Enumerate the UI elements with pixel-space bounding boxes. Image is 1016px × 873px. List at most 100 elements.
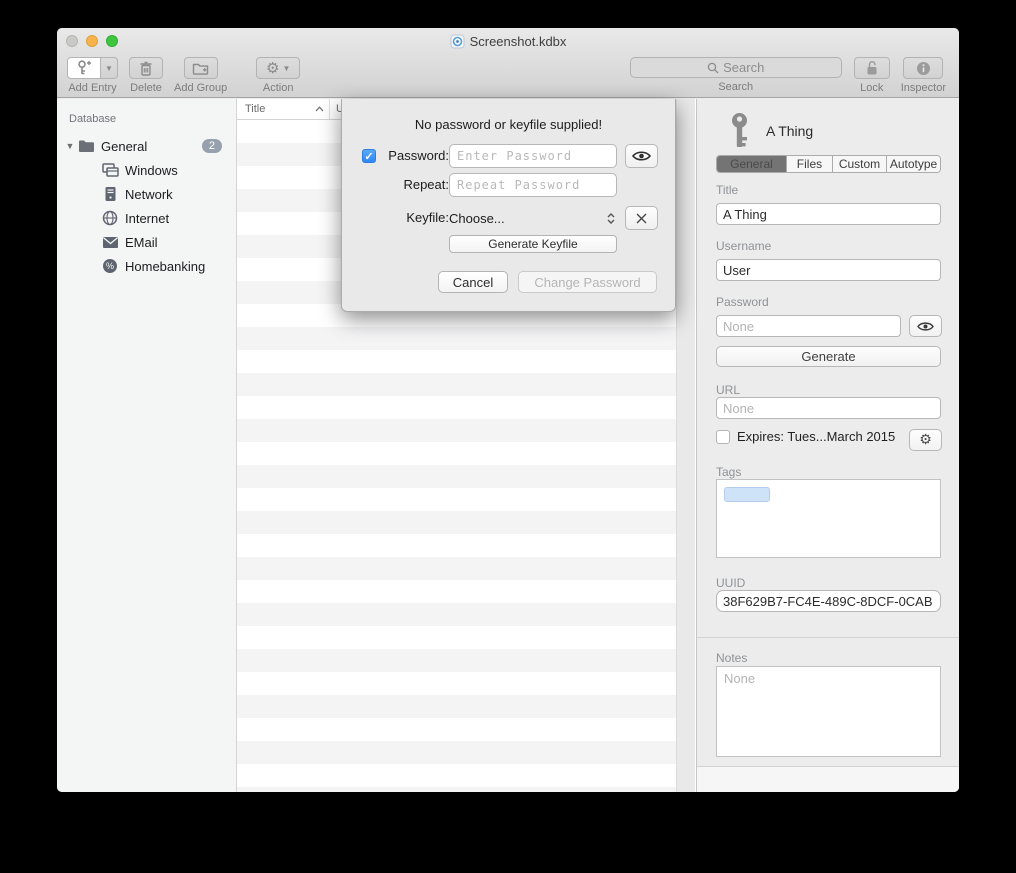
email-icon [101, 233, 119, 251]
dialog-repeat-input[interactable] [449, 173, 617, 197]
title-field[interactable] [716, 203, 941, 225]
sidebar-group-label: General [101, 139, 147, 154]
dialog-password-input[interactable] [449, 144, 617, 168]
homebanking-icon: % [101, 257, 119, 275]
trash-icon [139, 61, 153, 76]
sidebar-item-label: Network [125, 187, 173, 202]
action-group: ⚙ ▼ Action [256, 57, 300, 94]
info-icon [916, 61, 931, 76]
sort-ascending-icon [315, 106, 324, 112]
dialog-show-password-button[interactable] [625, 144, 658, 168]
stepper-icon [607, 213, 617, 224]
eye-icon [632, 150, 651, 162]
lock-group: Lock [854, 57, 890, 94]
add-group-group: Add Group [174, 57, 227, 94]
close-x-icon [636, 213, 647, 224]
add-group-button[interactable] [184, 57, 218, 79]
lock-button[interactable] [854, 57, 890, 79]
clear-keyfile-button[interactable] [625, 206, 658, 230]
eye-icon [917, 321, 934, 332]
folder-plus-icon [192, 61, 209, 75]
disclosure-triangle-icon[interactable]: ▼ [57, 141, 77, 151]
expires-label: Expires: Tues...March 2015 [737, 429, 895, 444]
generate-password-button[interactable]: Generate [716, 346, 941, 367]
tab-general[interactable]: General [717, 156, 787, 172]
search-placeholder: Search [723, 60, 764, 75]
show-password-button[interactable] [909, 315, 942, 337]
sidebar: Database ▼ General 2 [57, 99, 237, 792]
search-icon [707, 62, 719, 74]
sidebar-item-windows[interactable]: Windows [57, 158, 236, 182]
toolbar: ▼ Add Entry Delete [57, 54, 959, 98]
key-plus-icon [76, 60, 92, 76]
gear-icon: ⚙ [919, 433, 932, 447]
change-password-button[interactable]: Change Password [518, 271, 657, 293]
notes-placeholder: None [717, 667, 940, 690]
inspector-panel: A Thing General Files Custom Autotype Ti… [696, 99, 959, 792]
entry-count-badge: 2 [202, 139, 222, 153]
tags-box[interactable] [716, 479, 941, 558]
svg-text:%: % [106, 261, 114, 271]
generate-keyfile-button[interactable]: Generate Keyfile [449, 235, 617, 253]
add-group-label: Add Group [174, 82, 227, 94]
action-label: Action [263, 82, 294, 94]
inspector-group: Inspector [901, 57, 946, 94]
keyfile-popup-button[interactable]: Choose... [449, 206, 617, 230]
window-chrome: Screenshot.kdbx [57, 28, 959, 98]
search-input[interactable]: Search [630, 57, 842, 78]
uuid-label: UUID [716, 576, 745, 590]
open-padlock-icon [865, 60, 879, 76]
gear-icon: ⚙ [266, 61, 279, 76]
sidebar-item-homebanking[interactable]: % Homebanking [57, 254, 236, 278]
inspector-label: Inspector [901, 82, 946, 94]
notes-box[interactable]: None [716, 666, 941, 757]
password-dialog: No password or keyfile supplied! ✓ Passw… [341, 99, 676, 312]
sidebar-item-label: Internet [125, 211, 169, 226]
titlebar[interactable]: Screenshot.kdbx [57, 28, 959, 54]
inspector-button[interactable] [903, 57, 943, 79]
sidebar-item-label: Homebanking [125, 259, 205, 274]
folder-icon [77, 137, 95, 155]
network-icon [101, 185, 119, 203]
chevron-down-icon: ▼ [105, 64, 113, 73]
tab-autotype[interactable]: Autotype [887, 156, 940, 172]
expires-settings-button[interactable]: ⚙ [909, 429, 942, 451]
expires-checkbox[interactable] [716, 430, 730, 444]
password-label: Password [716, 295, 769, 309]
username-field[interactable] [716, 259, 941, 281]
sidebar-group-general[interactable]: ▼ General 2 [57, 134, 236, 158]
notes-label: Notes [716, 651, 747, 665]
tags-label: Tags [716, 465, 741, 479]
action-button[interactable]: ⚙ ▼ [256, 57, 300, 79]
url-label: URL [716, 383, 740, 397]
sidebar-item-email[interactable]: EMail [57, 230, 236, 254]
tab-custom[interactable]: Custom [833, 156, 887, 172]
column-header-title[interactable]: Title [237, 99, 330, 119]
windows-icon [101, 161, 119, 179]
sidebar-item-label: EMail [125, 235, 158, 250]
search-group: Search Search [630, 57, 842, 93]
inspector-tabs: General Files Custom Autotype [716, 155, 941, 173]
url-field[interactable] [716, 397, 941, 419]
inspector-footer [697, 766, 959, 792]
delete-label: Delete [130, 82, 162, 94]
lock-label: Lock [860, 82, 883, 94]
uuid-field[interactable] [716, 590, 941, 612]
dialog-password-label: Password: [372, 148, 449, 163]
app-window: Screenshot.kdbx [57, 28, 959, 792]
tab-files[interactable]: Files [787, 156, 833, 172]
sidebar-header: Database [57, 113, 236, 125]
title-label: Title [716, 183, 738, 197]
expires-row: Expires: Tues...March 2015 [716, 429, 941, 444]
cancel-button[interactable]: Cancel [438, 271, 508, 293]
tag-pill[interactable] [724, 487, 770, 502]
key-icon [727, 112, 752, 149]
add-entry-button[interactable] [67, 57, 101, 79]
delete-button[interactable] [129, 57, 163, 79]
sidebar-item-network[interactable]: Network [57, 182, 236, 206]
add-entry-dropdown[interactable]: ▼ [101, 57, 118, 79]
password-field[interactable] [716, 315, 901, 337]
sidebar-item-internet[interactable]: Internet [57, 206, 236, 230]
dialog-keyfile-label: Keyfile: [372, 210, 449, 225]
internet-icon [101, 209, 119, 227]
